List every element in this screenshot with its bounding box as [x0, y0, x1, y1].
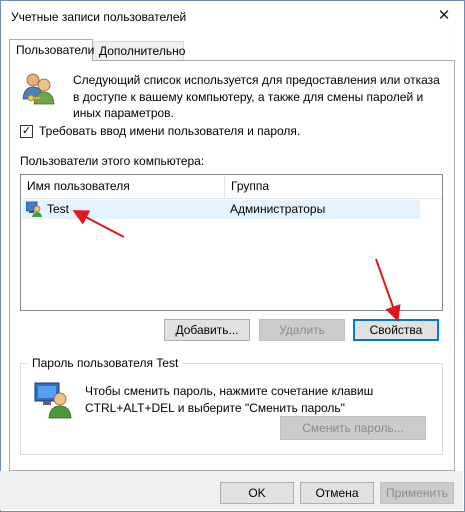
- users-icon: [22, 73, 55, 105]
- title-bar[interactable]: Учетные записи пользователей ✕: [1, 1, 464, 32]
- intro-line-3: иных параметров.: [73, 106, 174, 120]
- user-icon: [26, 201, 42, 217]
- window-title: Учетные записи пользователей: [11, 10, 187, 24]
- close-icon[interactable]: ✕: [433, 6, 455, 26]
- password-group-title: Пароль пользователя Test: [28, 356, 183, 370]
- column-header-username[interactable]: Имя пользователя: [21, 175, 225, 198]
- intro-line-2: в доступе к вашему компьютеру, а также д…: [73, 89, 424, 104]
- users-list-label: Пользователи этого компьютера:: [20, 154, 205, 168]
- apply-button[interactable]: Применить: [380, 482, 454, 504]
- remove-user-button[interactable]: Удалить: [259, 319, 345, 341]
- column-header-group[interactable]: Группа: [225, 175, 442, 198]
- properties-button[interactable]: Свойства: [353, 319, 439, 341]
- intro-text: Следующий список используется для предос…: [73, 72, 443, 122]
- tab-users-label: Пользователи: [16, 43, 95, 57]
- row-username: Test: [47, 202, 70, 216]
- password-instructions: Чтобы сменить пароль, нажмите сочетание …: [85, 383, 435, 417]
- users-list-header: Имя пользователя Группа: [21, 175, 442, 199]
- tab-advanced-label: Дополнительно: [99, 44, 186, 58]
- table-row[interactable]: Test Администраторы: [22, 200, 420, 219]
- change-password-button[interactable]: Сменить пароль...: [280, 416, 426, 440]
- row-group: Администраторы: [230, 202, 326, 216]
- monitor-user-icon: [34, 382, 72, 419]
- add-user-button[interactable]: Добавить...: [164, 319, 250, 341]
- require-login-label[interactable]: Требовать ввод имени пользователя и паро…: [39, 124, 300, 138]
- intro-line-1: Следующий список используется для предос…: [73, 73, 440, 87]
- tab-advanced[interactable]: Дополнительно: [92, 41, 186, 60]
- password-line-2: CTRL+ALT+DEL и выберите "Сменить пароль": [85, 401, 345, 415]
- require-login-checkbox[interactable]: ✓: [20, 125, 33, 138]
- password-line-1: Чтобы сменить пароль, нажмите сочетание …: [85, 384, 374, 398]
- ok-button[interactable]: OK: [220, 482, 294, 504]
- cancel-button[interactable]: Отмена: [300, 482, 374, 504]
- tab-users[interactable]: Пользователи: [9, 39, 95, 61]
